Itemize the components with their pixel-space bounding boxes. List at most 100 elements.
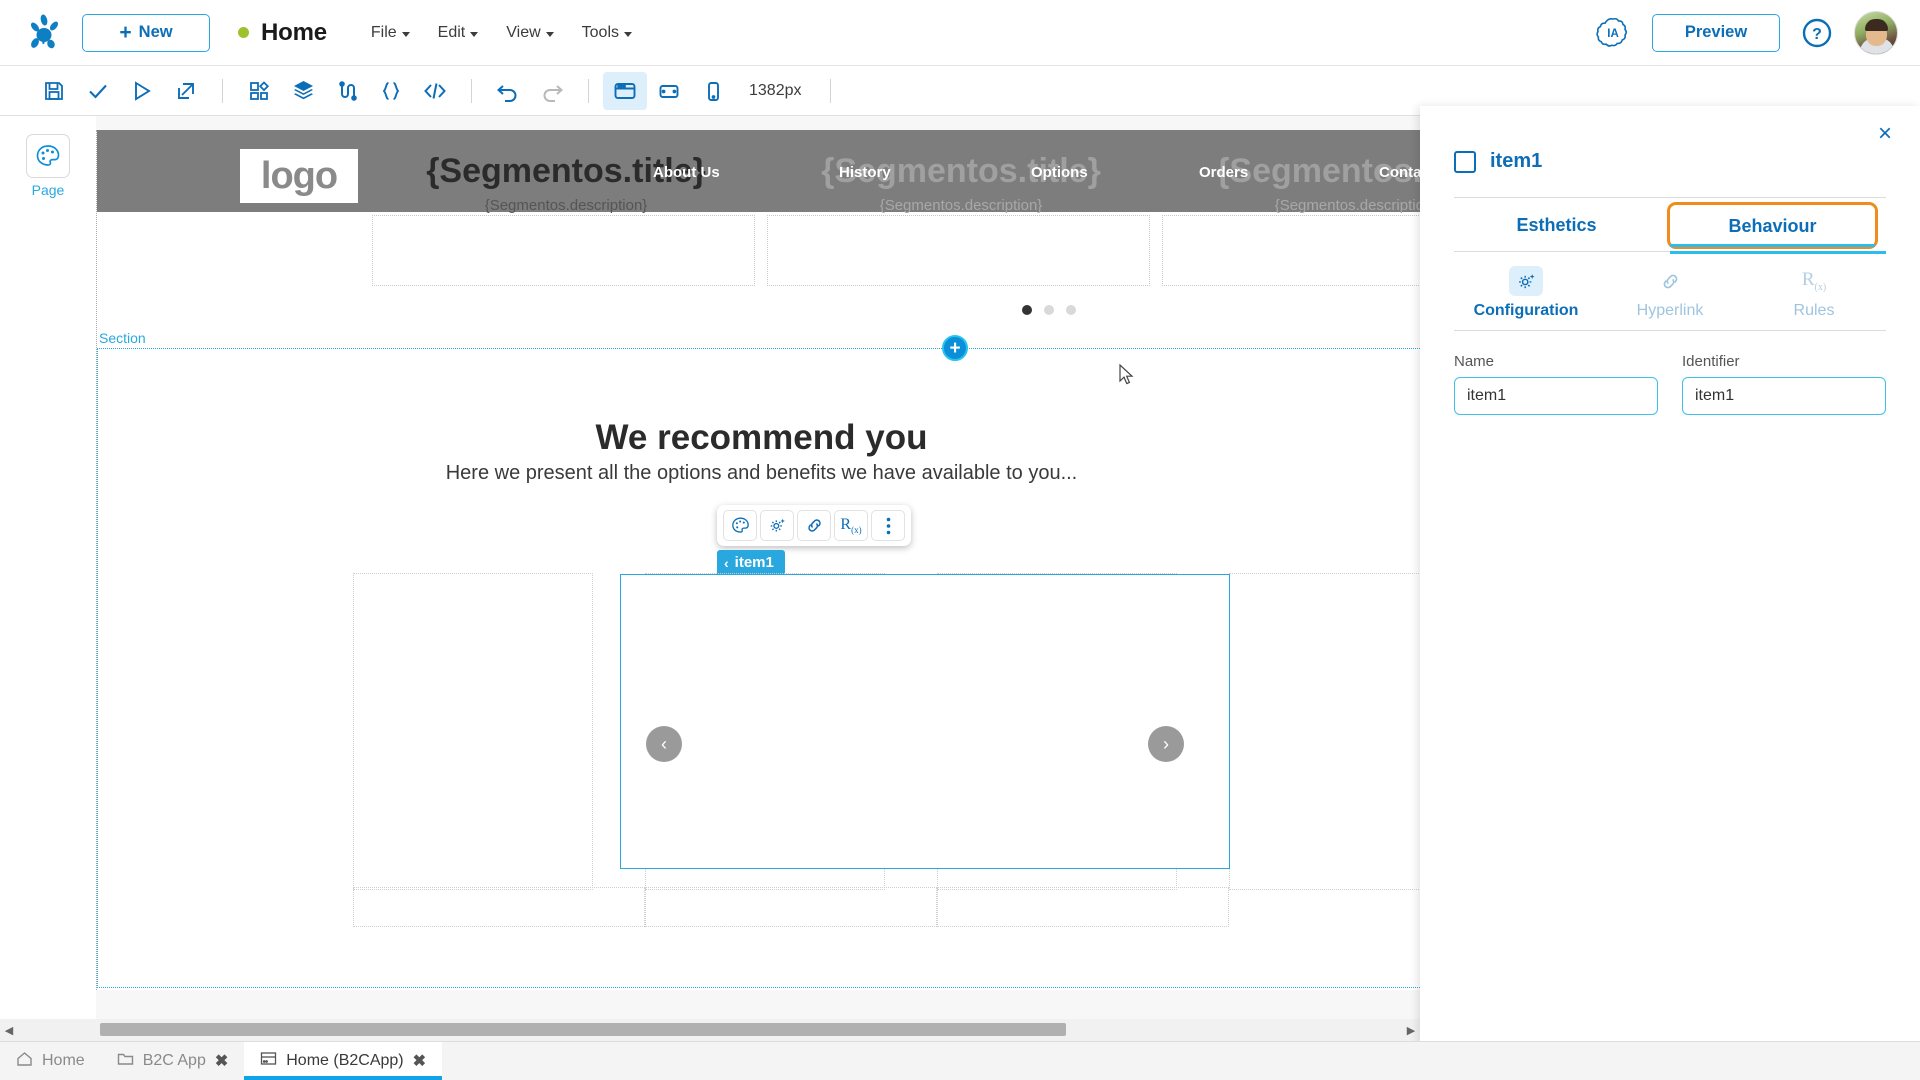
menu-edit[interactable]: Edit <box>424 18 493 48</box>
selected-carousel-item[interactable] <box>620 574 1230 869</box>
toolbar-divider <box>829 78 831 103</box>
panel-tabs-underline-wrap <box>1454 251 1886 254</box>
menu-file-label: File <box>370 23 397 41</box>
design-canvas[interactable]: {Segmentos.title} {Segmentos.description… <box>96 116 1420 1019</box>
placeholder-card <box>353 887 645 927</box>
subtab-configuration[interactable]: Configuration <box>1454 266 1598 320</box>
menu-file[interactable]: File <box>357 18 424 48</box>
canvas-horizontal-scrollbar[interactable]: ◀ ▶ <box>0 1019 1420 1041</box>
code-icon[interactable] <box>413 72 457 110</box>
panel-tabs: Esthetics Behaviour <box>1454 198 1886 251</box>
scrollbar-thumb[interactable] <box>100 1023 1066 1036</box>
left-rail: Page <box>0 116 96 1046</box>
tab-esthetics[interactable]: Esthetics <box>1454 198 1659 251</box>
panel-header: item1 <box>1454 106 1886 173</box>
carousel-prev-arrow[interactable]: ‹ <box>646 726 682 762</box>
new-button[interactable]: + New <box>82 13 210 52</box>
chevron-down-icon <box>470 31 479 37</box>
subtab-rules[interactable]: R(x) Rules <box>1742 266 1886 320</box>
components-icon[interactable] <box>237 72 281 110</box>
chevron-down-icon <box>545 31 554 37</box>
more-options-icon[interactable] <box>871 510 905 541</box>
palette-icon <box>26 134 70 178</box>
close-icon[interactable]: ✖ <box>215 1051 228 1071</box>
folder-icon <box>117 1051 134 1071</box>
identifier-input[interactable] <box>1682 377 1886 415</box>
element-float-toolbar[interactable]: R(x) <box>717 505 911 546</box>
menu-bar: File Edit View Tools <box>357 18 646 48</box>
menu-view-label: View <box>506 23 541 41</box>
field-identifier-label: Identifier <box>1682 353 1740 370</box>
add-section-handle[interactable]: + <box>942 335 968 361</box>
link-icon[interactable] <box>797 510 831 541</box>
subtab-rules-label: Rules <box>1793 302 1835 319</box>
close-icon[interactable]: ✖ <box>413 1051 426 1071</box>
plus-icon: + <box>119 21 132 44</box>
help-icon[interactable]: ? <box>1802 18 1832 48</box>
close-icon[interactable]: × <box>1878 122 1892 146</box>
segment-card-outline <box>767 215 1150 286</box>
panel-element-name: item1 <box>1490 150 1543 172</box>
gear-sparkle-icon[interactable] <box>760 510 794 541</box>
carousel-slide: {Segmentos.title} {Segmentos.description… <box>757 152 1165 214</box>
bottom-tab-home[interactable]: Home <box>0 1042 101 1080</box>
layers-icon[interactable] <box>281 72 325 110</box>
redo-icon[interactable] <box>530 72 574 110</box>
carousel-dot[interactable] <box>1044 305 1054 315</box>
carousel-dots[interactable] <box>1022 305 1076 315</box>
rules-rx-icon[interactable]: R(x) <box>834 510 868 541</box>
chevron-left-icon: ‹ <box>724 554 729 571</box>
carousel-next-arrow-glyph: › <box>1163 733 1169 754</box>
segment-title: {Segmentos.title} <box>821 152 1101 190</box>
bottom-tab-b2c-app[interactable]: B2C App ✖ <box>101 1042 245 1080</box>
ia-assistant-icon[interactable]: IA <box>1596 16 1630 50</box>
carousel-dot[interactable] <box>1022 305 1032 315</box>
rail-item-page[interactable]: Page <box>26 134 70 198</box>
preview-button[interactable]: Preview <box>1652 13 1780 52</box>
new-button-label: New <box>138 23 173 41</box>
placeholder-card <box>937 887 1229 927</box>
placeholder-card <box>1229 573 1420 890</box>
desktop-view-icon[interactable] <box>603 71 647 110</box>
tablet-view-icon[interactable] <box>647 72 691 110</box>
bottom-tab-home-b2capp[interactable]: Home (B2CApp) ✖ <box>244 1042 443 1080</box>
carousel-next-arrow[interactable]: › <box>1148 726 1184 762</box>
undo-icon[interactable] <box>486 72 530 110</box>
braces-icon[interactable] <box>369 72 413 110</box>
flow-icon[interactable] <box>325 72 369 110</box>
application-window: + New Home File Edit View Tools IA Previ… <box>0 0 1920 1080</box>
deploy-export-icon[interactable] <box>164 72 208 110</box>
carousel-dot[interactable] <box>1066 305 1076 315</box>
canvas-page: {Segmentos.title} {Segmentos.description… <box>96 130 1420 990</box>
element-checkbox[interactable] <box>1454 150 1476 173</box>
avatar[interactable] <box>1854 10 1898 55</box>
carousel-slide: {Segmentos.title} {Segmentos.description… <box>1152 152 1420 214</box>
validate-check-icon[interactable] <box>76 72 120 110</box>
field-name-label: Name <box>1454 353 1495 370</box>
link-icon <box>1653 266 1687 296</box>
tab-behaviour-label: Behaviour <box>1728 216 1817 236</box>
subtab-hyperlink[interactable]: Hyperlink <box>1598 266 1742 320</box>
menu-tools[interactable]: Tools <box>568 18 646 48</box>
palette-icon[interactable] <box>723 510 757 541</box>
brand-logo-icon[interactable] <box>22 10 68 56</box>
scrollbar-track[interactable] <box>18 1019 1402 1041</box>
rules-rx-icon: R(x) <box>1801 269 1827 293</box>
name-input[interactable] <box>1454 377 1658 415</box>
tab-behaviour[interactable]: Behaviour <box>1667 202 1878 249</box>
run-play-icon[interactable] <box>120 72 164 110</box>
save-icon[interactable] <box>32 72 76 110</box>
scroll-left-arrow[interactable]: ◀ <box>0 1019 18 1041</box>
placeholder-card <box>353 573 593 890</box>
section-subheadline: Here we present all the options and bene… <box>445 462 1078 484</box>
bottom-tab-home-label: Home <box>42 1052 85 1069</box>
scroll-right-arrow[interactable]: ▶ <box>1402 1019 1420 1041</box>
menu-tools-label: Tools <box>581 23 619 41</box>
properties-panel: × item1 Esthetics Behaviour Configuratio… <box>1420 106 1920 1044</box>
chevron-down-icon <box>624 31 632 37</box>
avatar-hair <box>1865 18 1888 31</box>
menu-edit-label: Edit <box>437 23 466 41</box>
carousel-slide: {Segmentos.title} {Segmentos.description… <box>362 152 770 214</box>
mobile-view-icon[interactable] <box>691 72 735 110</box>
menu-view[interactable]: View <box>492 18 567 48</box>
